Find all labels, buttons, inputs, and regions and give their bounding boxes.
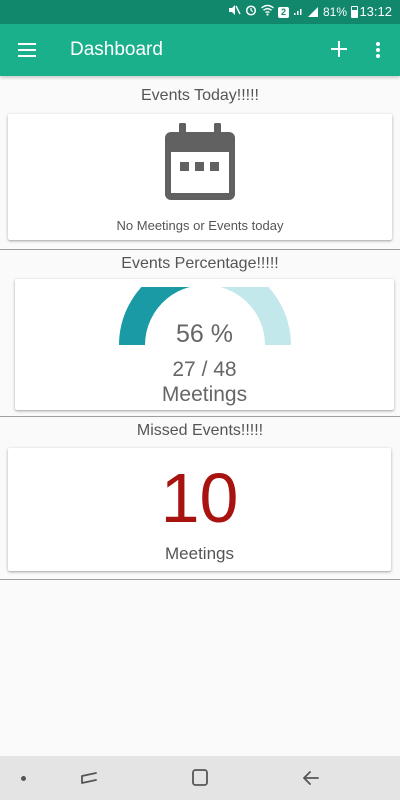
count-unit: Meetings (161, 383, 248, 406)
more-vert-icon[interactable] (366, 36, 390, 64)
page-title: Dashboard (70, 39, 163, 60)
events-percentage-title: Events Percentage!!!!! (121, 255, 279, 272)
battery-percent: 81% (322, 5, 347, 19)
calendar-icon (165, 123, 235, 200)
missed-events-card[interactable]: 10 Meetings (8, 448, 391, 571)
events-today-title: Events Today!!!!! (141, 87, 259, 104)
divider (0, 249, 400, 250)
missed-events-title: Missed Events!!!!! (136, 422, 264, 439)
battery-icon (351, 6, 358, 18)
recents-icon[interactable] (74, 764, 104, 792)
status-icons: 2 81% (228, 4, 358, 20)
signal-icon (307, 6, 319, 18)
wifi-icon (261, 4, 274, 21)
mute-icon (228, 4, 241, 21)
missed-unit: Meetings (165, 544, 234, 563)
status-time: 13:12 (359, 4, 392, 19)
home-icon[interactable] (185, 764, 215, 792)
navigation-bar (0, 756, 400, 800)
divider (0, 416, 400, 417)
menu-icon[interactable] (14, 36, 42, 64)
back-icon[interactable] (296, 764, 326, 792)
no-events-message: No Meetings or Events today (116, 218, 284, 233)
events-percentage-card[interactable]: 56 % 27 / 48 Meetings (15, 279, 394, 410)
divider (0, 579, 400, 580)
percent-label: 56 % (176, 320, 233, 348)
alarm-icon (245, 4, 257, 21)
events-today-card[interactable]: No Meetings or Events today (8, 114, 392, 240)
data-icon (293, 4, 303, 21)
add-icon[interactable] (326, 36, 354, 64)
count-label: 27 / 48 (172, 358, 237, 381)
dot-icon[interactable] (21, 776, 26, 781)
app-bar: Dashboard (0, 24, 400, 76)
status-bar: 2 81% 13:12 (0, 0, 400, 24)
notification-badge: 2 (277, 6, 289, 18)
missed-count: 10 (160, 459, 239, 537)
